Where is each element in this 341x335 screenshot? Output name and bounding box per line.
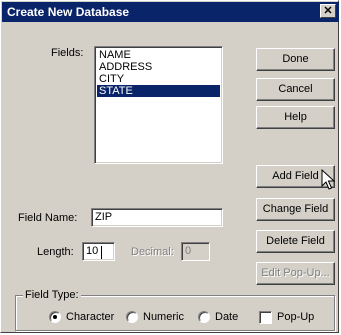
radio-character[interactable] [49, 311, 61, 323]
close-button[interactable]: ✕ [320, 4, 336, 18]
length-label: Length: [37, 246, 74, 258]
arrow-pointer-icon [321, 169, 335, 190]
decimal-value: 0 [185, 245, 192, 257]
text-caret [101, 246, 102, 259]
field-name-label: Field Name: [18, 212, 78, 224]
change-field-button[interactable]: Change Field [256, 198, 335, 221]
radio-selected-dot [53, 315, 57, 319]
field-name-input[interactable]: ZIP [91, 208, 223, 227]
close-icon: ✕ [323, 5, 333, 17]
radio-numeric[interactable] [126, 311, 138, 323]
create-new-database-dialog: Create New Database ✕ Fields: NAME ADDRE… [0, 0, 339, 333]
radio-date[interactable] [198, 311, 210, 323]
popup-checkbox[interactable] [259, 311, 272, 324]
radio-date-label: Date [215, 311, 239, 323]
delete-field-button[interactable]: Delete Field [256, 230, 335, 253]
popup-checkbox-label: Pop-Up [277, 311, 315, 323]
radio-numeric-label: Numeric [143, 311, 184, 323]
cancel-button[interactable]: Cancel [256, 78, 335, 101]
help-button[interactable]: Help [256, 106, 335, 129]
list-item[interactable]: CITY [97, 73, 220, 85]
field-name-value: ZIP [95, 211, 113, 223]
decimal-input[interactable]: 0 [181, 242, 210, 261]
list-item-selected[interactable]: STATE [97, 85, 220, 97]
done-button[interactable]: Done [256, 48, 335, 71]
title-bar[interactable]: Create New Database ✕ [2, 2, 339, 22]
fields-listbox[interactable]: NAME ADDRESS CITY STATE [94, 46, 223, 164]
field-type-label: Field Type: [23, 288, 81, 302]
radio-character-label: Character [66, 311, 115, 323]
length-value: 10 [86, 245, 99, 257]
decimal-label: Decimal: [131, 246, 174, 258]
list-item[interactable]: ADDRESS [97, 61, 220, 73]
edit-popup-button[interactable]: Edit Pop-Up... [256, 262, 335, 285]
length-input[interactable]: 10 [82, 242, 115, 261]
list-item[interactable]: NAME [97, 49, 220, 61]
dialog-title: Create New Database [7, 5, 130, 19]
fields-label: Fields: [51, 47, 84, 59]
